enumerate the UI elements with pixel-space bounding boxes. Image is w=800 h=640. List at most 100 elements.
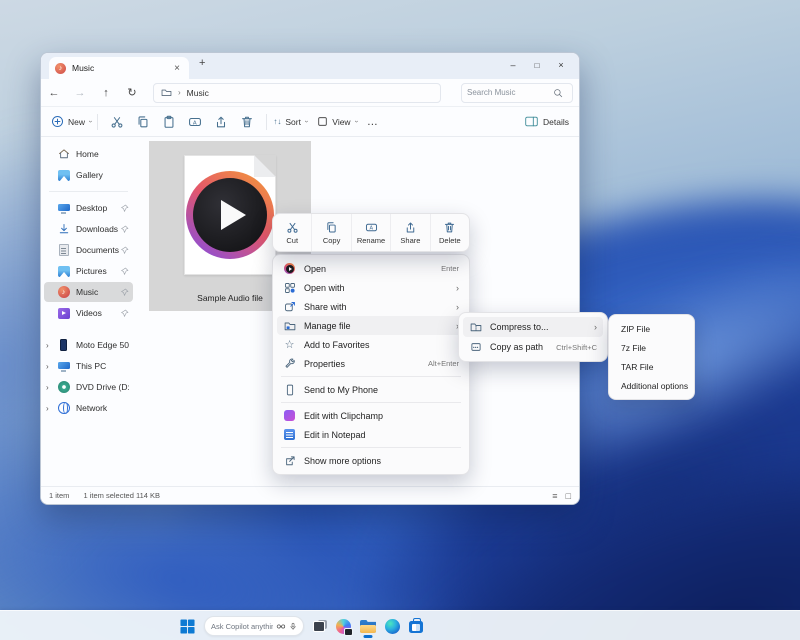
list-view-toggle[interactable]: ≡ xyxy=(552,491,557,501)
pin-icon xyxy=(121,204,129,212)
copilot-icon xyxy=(336,619,351,634)
thumbnail-view-toggle[interactable]: □ xyxy=(566,491,571,501)
submenu-item-zip-file[interactable]: ZIP File xyxy=(613,319,690,338)
quick-action-label: Rename xyxy=(357,236,385,245)
network-icon xyxy=(57,402,70,415)
share-quick-button[interactable]: Share xyxy=(390,214,429,251)
breadcrumb-location[interactable]: Music xyxy=(187,88,209,98)
refresh-button[interactable]: ↻ xyxy=(119,86,145,99)
menu-item-edit-with-clipchamp[interactable]: Edit with Clipchamp xyxy=(277,406,465,425)
file-explorer-icon xyxy=(360,620,376,633)
minimize-button[interactable]: – xyxy=(501,60,525,70)
chevron-right-icon[interactable]: › xyxy=(46,404,57,413)
menu-item-share-with[interactable]: Share with › xyxy=(277,297,465,316)
menu-item-shortcut: Enter xyxy=(441,264,459,273)
spacer xyxy=(41,324,136,334)
sidebar-item-label: Desktop xyxy=(76,203,107,213)
sidebar-item-phone-device[interactable]: › Moto Edge 50 Neo xyxy=(44,335,133,355)
rename-quick-button[interactable]: A Rename xyxy=(351,214,390,251)
submenu-item-7z-file[interactable]: 7z File xyxy=(613,338,690,357)
share-button[interactable] xyxy=(208,115,234,129)
sort-arrows-icon: ↑↓ xyxy=(273,117,281,126)
menu-item-label: Add to Favorites xyxy=(304,340,459,350)
sidebar-item-home[interactable]: Home xyxy=(44,144,133,164)
up-button[interactable]: ↑ xyxy=(93,87,119,99)
start-button[interactable] xyxy=(180,619,195,634)
submenu-item-label: Copy as path xyxy=(490,342,556,352)
search-input[interactable] xyxy=(467,88,553,97)
compress-icon xyxy=(469,321,482,333)
tab-music[interactable]: ♪ Music × xyxy=(49,57,189,79)
copilot-search-input[interactable] xyxy=(211,622,273,631)
navigation-bar: ← → ↑ ↻ › Music xyxy=(41,79,579,107)
menu-item-edit-in-notepad[interactable]: Edit in Notepad xyxy=(277,425,465,444)
active-app-indicator xyxy=(364,635,373,638)
menu-item-open-with[interactable]: Open with › xyxy=(277,278,465,297)
edge-button[interactable] xyxy=(385,619,400,634)
menu-item-label: Manage file xyxy=(304,321,456,331)
chevron-right-icon[interactable]: › xyxy=(46,383,57,392)
submenu-item-compress-to[interactable]: Compress to... › xyxy=(463,317,603,337)
cut-button[interactable] xyxy=(104,115,130,129)
rename-button[interactable]: A xyxy=(182,115,208,129)
copy-button[interactable] xyxy=(130,115,156,129)
sidebar-item-music[interactable]: ♪ Music xyxy=(44,282,133,302)
microphone-icon[interactable] xyxy=(289,621,297,632)
sort-button[interactable]: ↑↓ Sort › xyxy=(273,117,307,127)
breadcrumb[interactable]: › Music xyxy=(153,83,441,103)
submenu-item-copy-as-path[interactable]: Copy as path Ctrl+Shift+C xyxy=(463,337,603,357)
star-icon: ☆ xyxy=(283,338,296,351)
view-button[interactable]: View › xyxy=(317,116,357,127)
back-button[interactable]: ← xyxy=(41,87,67,99)
sidebar-item-desktop[interactable]: Desktop xyxy=(44,198,133,218)
videos-icon xyxy=(57,307,70,320)
tab-close-icon[interactable]: × xyxy=(171,63,183,74)
sidebar-item-network[interactable]: › Network xyxy=(44,398,133,418)
gallery-icon xyxy=(57,169,70,182)
new-tab-button[interactable]: + xyxy=(199,57,205,69)
microsoft-store-button[interactable] xyxy=(409,619,423,633)
desktop-icon xyxy=(57,202,70,215)
menu-item-show-more-options[interactable]: Show more options xyxy=(277,451,465,470)
sidebar-item-videos[interactable]: Videos xyxy=(44,303,133,323)
submenu-item-additional-options[interactable]: Additional options xyxy=(613,376,690,395)
menu-item-properties[interactable]: Properties Alt+Enter xyxy=(277,354,465,373)
sidebar-item-this-pc[interactable]: › This PC xyxy=(44,356,133,376)
sidebar-item-gallery[interactable]: Gallery xyxy=(44,165,133,185)
forward-button[interactable]: → xyxy=(67,87,93,99)
menu-item-add-to-favorites[interactable]: ☆ Add to Favorites xyxy=(277,335,465,354)
close-button[interactable]: × xyxy=(549,60,573,70)
sidebar-item-documents[interactable]: Documents xyxy=(44,240,133,260)
search-box[interactable] xyxy=(461,83,573,103)
details-toggle[interactable]: Details xyxy=(525,116,569,127)
submenu-item-tar-file[interactable]: TAR File xyxy=(613,357,690,376)
submenu-item-label: Additional options xyxy=(621,381,688,391)
sidebar-item-pictures[interactable]: Pictures xyxy=(44,261,133,281)
tab-bar: ♪ Music × + – □ × xyxy=(41,53,579,79)
menu-item-send-to-my-phone[interactable]: Send to My Phone xyxy=(277,380,465,399)
share-icon xyxy=(404,221,417,234)
chevron-right-icon[interactable]: › xyxy=(46,341,57,350)
paste-button[interactable] xyxy=(156,115,182,129)
copilot-app-button[interactable] xyxy=(336,619,351,634)
sidebar-item-label: Network xyxy=(76,403,107,413)
new-button[interactable]: New › xyxy=(51,115,91,128)
file-explorer-button[interactable] xyxy=(360,620,376,633)
menu-item-label: Edit with Clipchamp xyxy=(304,411,459,421)
task-view-button[interactable] xyxy=(313,620,327,632)
copy-quick-button[interactable]: Copy xyxy=(311,214,350,251)
delete-button[interactable] xyxy=(234,115,260,129)
menu-item-open[interactable]: Open Enter xyxy=(277,259,465,278)
sidebar-item-dvd-drive[interactable]: › DVD Drive (D:) CCC xyxy=(44,377,133,397)
maximize-button[interactable]: □ xyxy=(525,61,549,70)
chevron-right-icon[interactable]: › xyxy=(46,362,57,371)
notepad-icon xyxy=(283,429,296,440)
menu-item-manage-file[interactable]: Manage file › xyxy=(277,316,465,335)
sidebar-item-downloads[interactable]: Downloads xyxy=(44,219,133,239)
sidebar-item-label: Videos xyxy=(76,308,102,318)
taskbar-search[interactable] xyxy=(204,616,304,636)
sidebar-item-label: Moto Edge 50 Neo xyxy=(76,340,129,350)
more-options-button[interactable]: … xyxy=(367,116,378,128)
delete-quick-button[interactable]: Delete xyxy=(430,214,469,251)
cut-quick-button[interactable]: Cut xyxy=(273,214,311,251)
